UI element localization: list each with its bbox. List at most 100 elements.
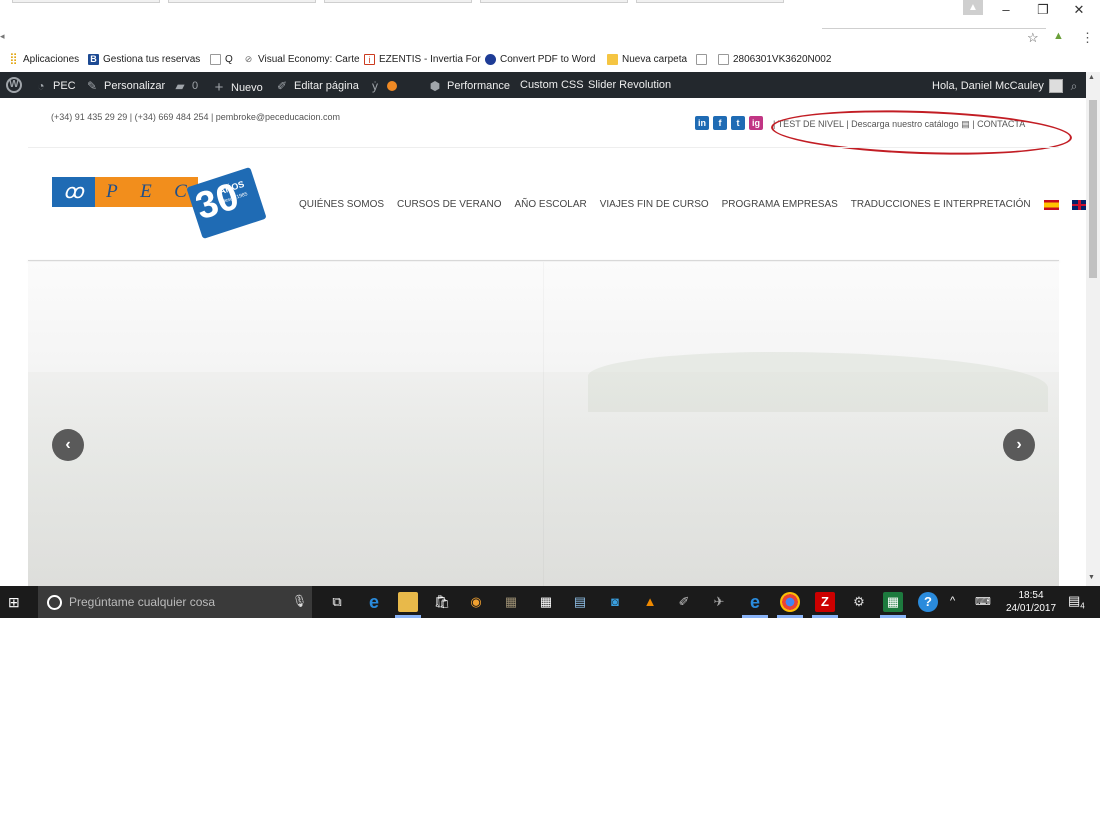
close-button[interactable]: ✕ bbox=[1064, 2, 1094, 18]
notifications-icon[interactable]: ▤4 bbox=[1068, 593, 1085, 611]
english-flag-icon[interactable] bbox=[1071, 199, 1087, 210]
extension-icon[interactable]: ▲ bbox=[1053, 30, 1064, 42]
adminbar-customize[interactable]: ✎ Personalizar bbox=[85, 79, 165, 93]
active-indicator bbox=[777, 615, 803, 618]
adminbar-performance[interactable]: ⬢ Performance bbox=[428, 79, 510, 93]
adminbar-slider-label: Slider Revolution bbox=[588, 79, 672, 91]
nav-ano-escolar[interactable]: AÑO ESCOLAR bbox=[514, 199, 586, 210]
slider-prev-button[interactable]: ‹ bbox=[52, 429, 84, 461]
clock-time: 18:54 bbox=[1018, 590, 1044, 601]
invertia-icon: i bbox=[364, 54, 375, 65]
adminbar-new[interactable]: + Nuevo bbox=[212, 79, 263, 96]
main-nav: QUIÉNES SOMOS CURSOS DE VERANO AÑO ESCOL… bbox=[299, 198, 1100, 211]
menu-icon[interactable]: ⋮ bbox=[1081, 30, 1094, 46]
filezilla-icon[interactable]: Z bbox=[815, 592, 835, 612]
logo-letter: E bbox=[140, 181, 152, 202]
edge-icon[interactable]: e bbox=[364, 592, 384, 612]
avatar bbox=[1048, 79, 1063, 93]
adminbar-custom-css[interactable]: Custom CSS bbox=[520, 79, 584, 91]
calculator-icon[interactable]: ▦ bbox=[536, 592, 556, 612]
browser-tab[interactable] bbox=[12, 0, 160, 3]
file-explorer-icon[interactable] bbox=[398, 592, 418, 612]
adminbar-customize-label: Personalizar bbox=[104, 80, 166, 92]
adminbar-yoast[interactable]: ẏ bbox=[368, 79, 397, 93]
bookmark-convert-pdf[interactable]: Convert PDF to Word bbox=[485, 54, 595, 65]
nav-cursos-verano[interactable]: CURSOS DE VERANO bbox=[397, 199, 501, 210]
spanish-flag-icon[interactable] bbox=[1043, 199, 1059, 210]
adminbar-comments[interactable]: ▰ 0 bbox=[173, 79, 198, 93]
cortana-search[interactable]: Pregúntame cualquier cosa 🎙 bbox=[38, 586, 312, 618]
adminbar-search-icon[interactable]: ⌕ bbox=[1067, 79, 1081, 94]
adminbar-edit-page[interactable]: ✐ Editar página bbox=[275, 79, 359, 93]
bookmark-ezentis[interactable]: i EZENTIS - Invertia For bbox=[364, 54, 481, 65]
browser-tab[interactable] bbox=[636, 0, 784, 3]
bookmark-aplicaciones[interactable]: ⣿ Aplicaciones bbox=[8, 53, 80, 66]
restore-button[interactable]: ❐ bbox=[1028, 2, 1058, 18]
store-icon[interactable]: 🛍 bbox=[432, 592, 452, 612]
bookmark-referencia[interactable]: 2806301VK3620N002 bbox=[718, 54, 831, 65]
nav-viajes-fin-curso[interactable]: VIAJES FIN DE CURSO bbox=[600, 199, 709, 210]
bookmark-star-icon[interactable]: ☆ bbox=[1027, 30, 1039, 46]
adminbar-account[interactable]: Hola, Daniel McCauley bbox=[932, 79, 1063, 93]
paint-icon[interactable]: ✐ bbox=[674, 592, 694, 612]
page-content: (+34) 91 435 29 29 | (+34) 669 484 254 |… bbox=[28, 98, 1100, 586]
bookmark-q[interactable]: Q bbox=[210, 54, 233, 65]
browser-tab[interactable] bbox=[168, 0, 316, 3]
slider-next-button[interactable]: › bbox=[1003, 429, 1035, 461]
bookmark-nueva-carpeta[interactable]: Nueva carpeta bbox=[607, 54, 687, 65]
anniversary-badge: 30 AÑOS desde 1985 bbox=[186, 166, 267, 240]
social-links: in f t ig bbox=[695, 116, 763, 130]
notes-icon[interactable]: ▦ bbox=[501, 592, 521, 612]
profile-icon[interactable]: ▲ bbox=[963, 0, 983, 15]
outlook-icon[interactable]: ◙ bbox=[605, 592, 625, 612]
adminbar-site[interactable]: ◔ PEC bbox=[34, 79, 76, 93]
media-icon[interactable]: ▤ bbox=[570, 592, 590, 612]
browser-tab[interactable] bbox=[480, 0, 628, 3]
instagram-icon[interactable]: ig bbox=[749, 116, 763, 130]
internet-explorer-icon[interactable]: e bbox=[745, 592, 765, 612]
minimize-button[interactable]: – bbox=[991, 2, 1021, 17]
facebook-icon[interactable]: f bbox=[713, 116, 727, 130]
excel-icon[interactable]: ▦ bbox=[883, 592, 903, 612]
help-icon[interactable]: ? bbox=[918, 592, 938, 612]
pencil-icon: ✐ bbox=[276, 79, 288, 93]
active-indicator bbox=[395, 615, 421, 618]
bookmark-page[interactable] bbox=[696, 54, 707, 65]
plus-icon: + bbox=[214, 79, 224, 96]
bookmark-label: Aplicaciones bbox=[23, 54, 80, 65]
photos-icon[interactable]: ◉ bbox=[466, 592, 486, 612]
system-clock[interactable]: 18:54 24/01/2017 bbox=[1006, 589, 1056, 615]
browser-tab[interactable] bbox=[324, 0, 472, 3]
wordpress-logo-icon[interactable]: W bbox=[6, 77, 22, 93]
task-view-icon[interactable]: ⧉ bbox=[327, 592, 347, 612]
scroll-thumb[interactable] bbox=[1089, 100, 1097, 278]
vlc-icon[interactable]: ▲ bbox=[640, 592, 660, 612]
nav-programa-empresas[interactable]: PROGRAMA EMPRESAS bbox=[722, 199, 838, 210]
windows-start-icon[interactable]: ⊞ bbox=[8, 594, 20, 611]
chrome-icon[interactable] bbox=[780, 592, 800, 612]
scroll-down-icon[interactable]: ▼ bbox=[1088, 574, 1095, 581]
bookmark-gestiona[interactable]: B Gestiona tus reservas bbox=[88, 54, 200, 65]
twitter-icon[interactable]: t bbox=[731, 116, 745, 130]
app-icon[interactable]: ⚙ bbox=[849, 592, 869, 612]
scroll-up-icon[interactable]: ▲ bbox=[1088, 74, 1095, 81]
nav-traducciones[interactable]: TRADUCCIONES E INTERPRETACIÓN bbox=[851, 199, 1031, 210]
page-scrollbar[interactable]: ▲ ▼ bbox=[1086, 72, 1100, 586]
header-divider bbox=[28, 260, 1059, 261]
cortana-icon bbox=[47, 594, 62, 610]
apps-grid-icon: ⣿ bbox=[9, 53, 18, 65]
back-icon[interactable]: ◂ bbox=[0, 31, 5, 42]
keyboard-icon[interactable]: ⌨ bbox=[975, 595, 991, 608]
microphone-icon[interactable]: 🎙 bbox=[292, 594, 307, 608]
adminbar-site-label: PEC bbox=[53, 80, 76, 92]
bookmark-visual-economy[interactable]: ⊘ Visual Economy: Carte bbox=[243, 54, 360, 65]
tray-chevron-icon[interactable]: ^ bbox=[950, 595, 955, 607]
address-bar[interactable] bbox=[822, 28, 1046, 48]
utility-icon[interactable]: ✈ bbox=[709, 592, 729, 612]
adminbar-slider-revolution[interactable]: Slider Revolution bbox=[588, 79, 671, 91]
bookmark-label: Convert PDF to Word bbox=[500, 54, 596, 65]
active-indicator bbox=[812, 615, 838, 618]
dashboard-icon: ◔ bbox=[37, 79, 45, 93]
nav-quienes-somos[interactable]: QUIÉNES SOMOS bbox=[299, 199, 384, 210]
linkedin-icon[interactable]: in bbox=[695, 116, 709, 130]
